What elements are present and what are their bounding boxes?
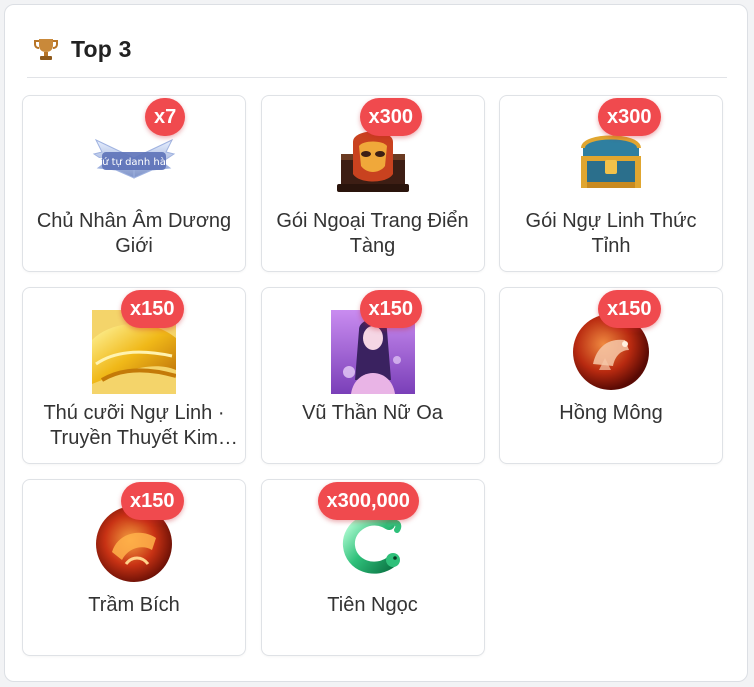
quantity-badge: x150: [598, 290, 661, 328]
reward-name: Tiên Ngọc: [327, 594, 418, 616]
trophy-icon: [34, 39, 58, 60]
quantity-badge: x300: [598, 98, 661, 136]
quantity-badge: x300,000: [317, 482, 419, 520]
reward-card[interactable]: x150 Thú cưỡi Ngự Linh · Truyền Thuyết K…: [22, 287, 246, 464]
reward-card[interactable]: x300 Gói Ngự Linh Thức Tỉnh: [499, 95, 723, 272]
panel-header: Top 3: [33, 33, 132, 65]
quantity-badge: x150: [359, 290, 422, 328]
reward-name: Hồng Mông: [559, 402, 663, 424]
emblem-text: Tứ tự danh hào: [95, 156, 172, 168]
page-title: Top 3: [71, 35, 132, 62]
quantity-badge: x150: [121, 290, 184, 328]
reward-name: Trầm Bích: [88, 594, 180, 616]
reward-name: Gói Ngự Linh Thức Tỉnh: [525, 210, 697, 257]
reward-card[interactable]: Tứ tự danh hào x7 Chủ Nhân Âm Dương Giới: [22, 95, 246, 272]
reward-name: Chủ Nhân Âm Dương Giới: [36, 210, 232, 257]
reward-name: Gói Ngoại Trang Điển Tàng: [276, 210, 469, 257]
divider: [27, 77, 727, 78]
quantity-badge: x300: [359, 98, 422, 136]
quantity-badge: x150: [121, 482, 184, 520]
reward-name: Thú cưỡi Ngự Linh · Truyền Thuyết Kim Lo…: [43, 402, 225, 449]
reward-card[interactable]: x150 Vũ Thần Nữ Oa: [260, 287, 485, 464]
reward-card[interactable]: x150 Hồng Mông: [499, 287, 723, 464]
reward-card[interactable]: x300,000 Tiên Ngọc: [260, 479, 485, 656]
reward-grid: Tứ tự danh hào x7 Chủ Nhân Âm Dương Giới…: [22, 95, 723, 656]
reward-name: Vũ Thần Nữ Oa: [302, 402, 443, 424]
reward-card[interactable]: x300 Gói Ngoại Trang Điển Tàng: [260, 95, 485, 272]
quantity-badge: x7: [145, 98, 186, 136]
reward-card[interactable]: x150 Trầm Bích: [22, 479, 246, 656]
